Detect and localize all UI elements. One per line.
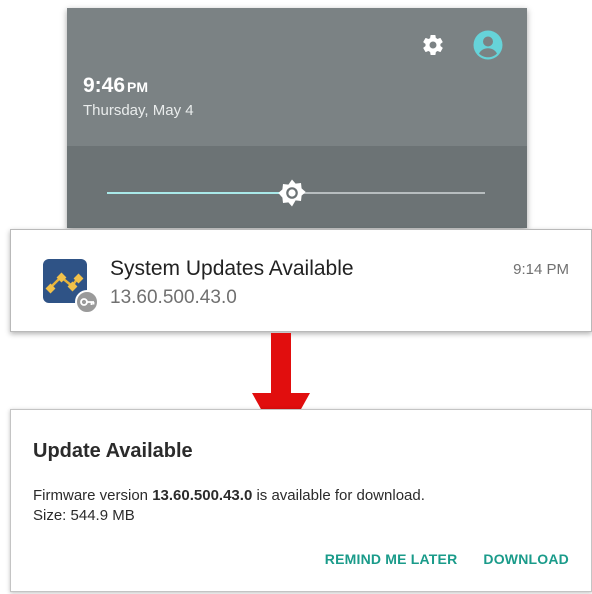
firmware-suffix: is available for download. <box>252 487 425 504</box>
remind-me-later-button[interactable]: REMIND ME LATER <box>325 551 458 567</box>
clock: 9:46 PM <box>83 74 148 98</box>
brightness-slider[interactable] <box>107 178 487 208</box>
dialog-actions: REMIND ME LATER DOWNLOAD <box>325 551 569 567</box>
clock-ampm: PM <box>127 79 149 95</box>
notification-version: 13.60.500.43.0 <box>110 287 237 308</box>
size-line: Size: 544.9 MB <box>33 507 135 524</box>
system-update-app-icon <box>41 258 103 316</box>
date-label: Thursday, May 4 <box>83 102 194 119</box>
brightness-track-filled <box>107 192 292 194</box>
firmware-line: Firmware version 13.60.500.43.0 is avail… <box>33 486 425 506</box>
gear-icon[interactable] <box>421 33 445 57</box>
system-update-notification[interactable]: System Updates Available 13.60.500.43.0 … <box>10 229 592 332</box>
firmware-version: 13.60.500.43.0 <box>152 487 253 504</box>
brightness-track-empty <box>292 192 485 194</box>
firmware-prefix: Firmware version <box>33 487 153 504</box>
download-button[interactable]: DOWNLOAD <box>483 551 569 567</box>
brightness-icon[interactable] <box>277 178 307 208</box>
notification-time: 9:14 PM <box>513 261 569 278</box>
dialog-message: Firmware version 13.60.500.43.0 is avail… <box>33 486 425 526</box>
notification-title: System Updates Available <box>110 257 354 280</box>
update-dialog: Update Available Firmware version 13.60.… <box>10 409 592 592</box>
dialog-title: Update Available <box>33 440 193 462</box>
notification-shade: 9:46 PM Thursday, May 4 <box>67 8 527 228</box>
clock-time: 9:46 <box>83 74 126 97</box>
account-icon[interactable] <box>473 30 503 60</box>
